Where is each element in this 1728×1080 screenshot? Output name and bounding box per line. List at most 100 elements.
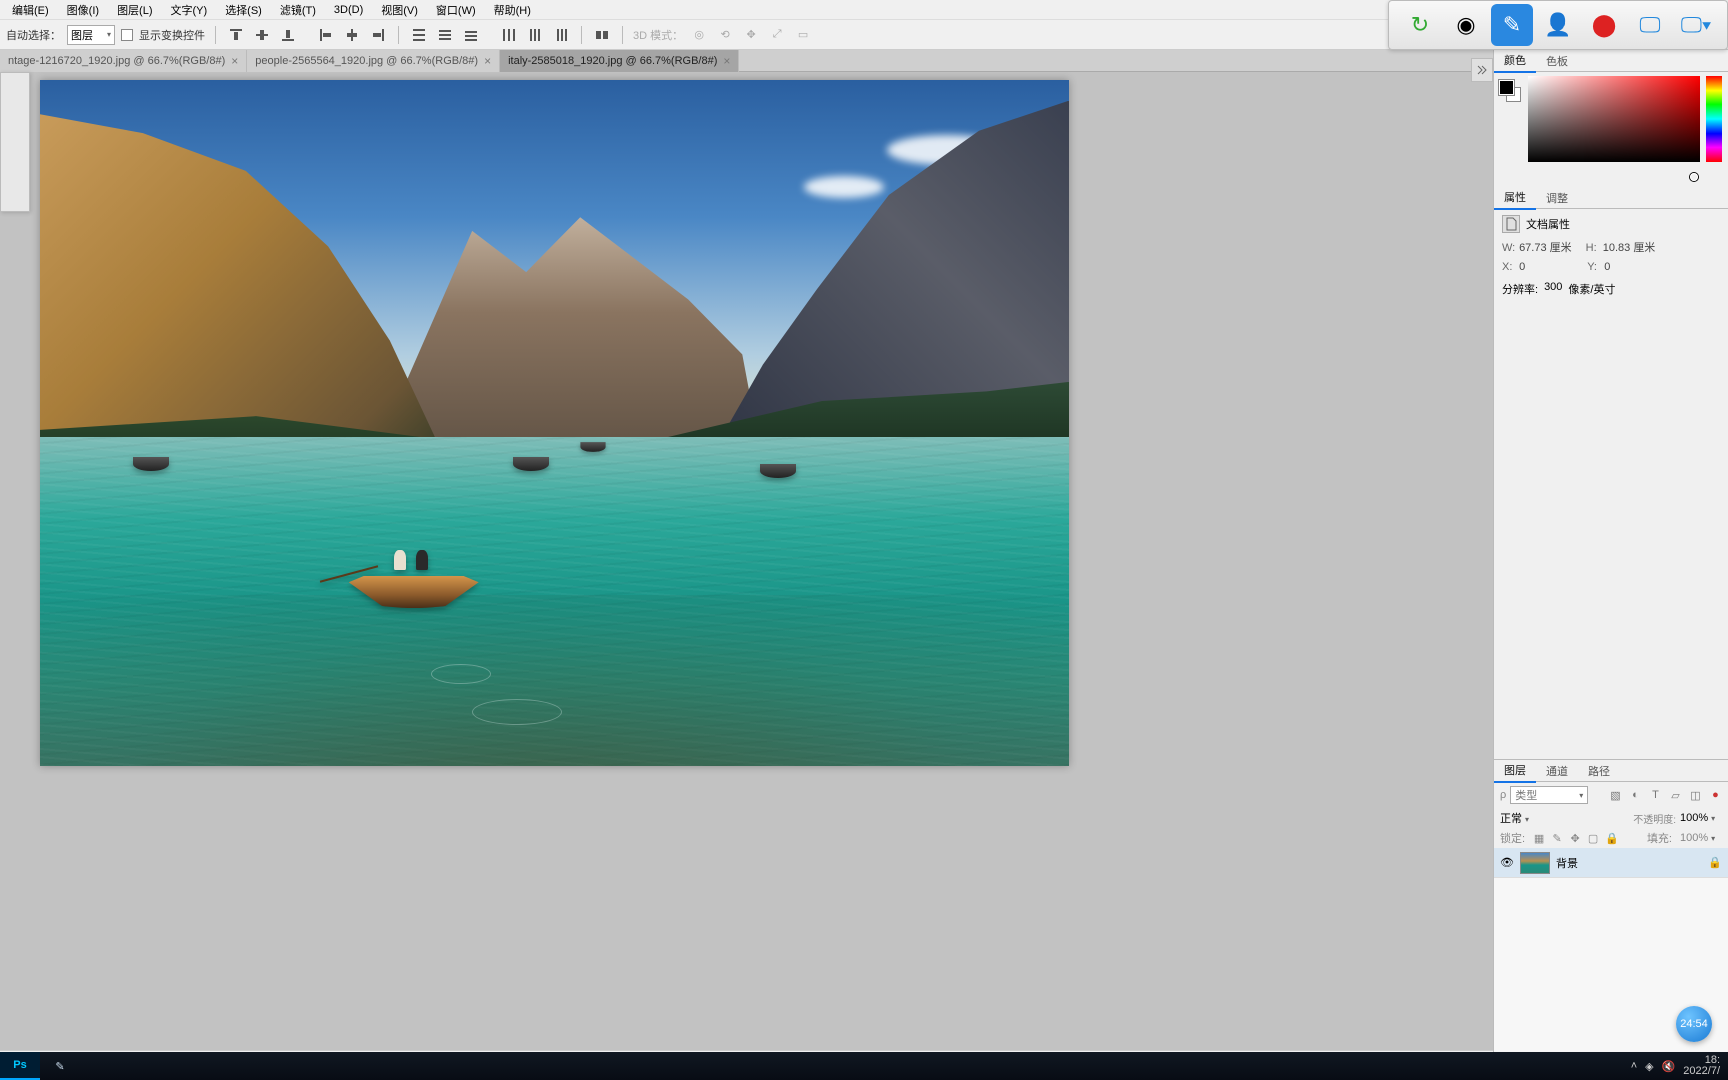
filter-adjust-icon[interactable]: ◐	[1629, 789, 1642, 802]
tab-properties[interactable]: 属性	[1494, 186, 1536, 210]
align-vcenter-icon[interactable]	[252, 25, 272, 45]
monitor-icon[interactable]: 🖵	[1629, 4, 1671, 46]
tray-chevron-icon[interactable]: ˄	[1631, 1060, 1637, 1072]
monitor-dropdown-icon[interactable]: 🖵▾	[1675, 4, 1717, 46]
align-bottom-icon[interactable]	[278, 25, 298, 45]
height-unit: 厘米	[1633, 242, 1655, 254]
tab-label: italy-2585018_1920.jpg @ 66.7%(RGB/8#)	[508, 55, 717, 67]
menu-filter[interactable]: 滤镜(T)	[272, 0, 324, 20]
record-icon[interactable]: ⬤	[1583, 4, 1625, 46]
timer-badge[interactable]: 24:54	[1676, 1006, 1712, 1042]
distribute-bottom-icon[interactable]	[461, 25, 481, 45]
opacity-value[interactable]: 100%	[1680, 812, 1722, 824]
taskbar-photoshop-icon[interactable]: Ps	[0, 1052, 40, 1080]
filter-pixel-icon[interactable]: ▧	[1609, 789, 1622, 802]
menu-3d[interactable]: 3D(D)	[326, 2, 371, 18]
layer-name[interactable]: 背景	[1556, 855, 1578, 871]
opacity-label: 不透明度:	[1633, 811, 1676, 826]
taskbar-clock[interactable]: 18: 2022/7/	[1683, 1055, 1720, 1077]
color-panel	[1494, 72, 1728, 187]
filter-toggle-icon[interactable]: ●	[1709, 789, 1722, 802]
hue-slider[interactable]	[1706, 76, 1722, 162]
distribute-vcenter-icon[interactable]	[435, 25, 455, 45]
color-field[interactable]	[1528, 76, 1700, 162]
filter-smart-icon[interactable]: ◫	[1689, 789, 1702, 802]
distribute-left-icon[interactable]	[499, 25, 519, 45]
floating-tool-strip[interactable]	[0, 72, 30, 212]
show-transform-checkbox[interactable]	[121, 29, 133, 41]
width-value[interactable]: 67.73	[1519, 242, 1547, 254]
blend-mode-combo[interactable]: 正常	[1500, 810, 1588, 826]
height-value[interactable]: 10.83	[1603, 242, 1631, 254]
document-canvas[interactable]	[40, 80, 1069, 766]
edit-pen-icon[interactable]: ✎	[1491, 4, 1533, 46]
refresh-icon[interactable]: ↻	[1399, 4, 1441, 46]
distribute-right-icon[interactable]	[551, 25, 571, 45]
3d-roll-icon[interactable]: ⟲	[715, 25, 735, 45]
filter-type-icon[interactable]: T	[1649, 789, 1662, 802]
tab-label: people-2565564_1920.jpg @ 66.7%(RGB/8#)	[255, 55, 478, 67]
taskbar-app-icon[interactable]: ✎	[40, 1052, 80, 1080]
menu-select[interactable]: 选择(S)	[217, 0, 270, 20]
camera-icon[interactable]: ◉	[1445, 4, 1487, 46]
photo-content	[40, 80, 1069, 766]
lock-pixels-icon[interactable]: ▦	[1533, 832, 1545, 845]
close-icon[interactable]: ×	[231, 54, 238, 68]
resolution-unit: 像素/英寸	[1568, 281, 1615, 297]
menu-help[interactable]: 帮助(H)	[486, 0, 539, 20]
tab-adjustments[interactable]: 调整	[1536, 187, 1578, 209]
visibility-icon[interactable]: 👁	[1500, 856, 1514, 869]
close-icon[interactable]: ×	[484, 54, 491, 68]
lock-icon[interactable]: 🔒	[1708, 856, 1722, 869]
lock-position-icon[interactable]: ✥	[1569, 832, 1581, 845]
canvas-viewport[interactable]	[0, 72, 1493, 1050]
y-value[interactable]: 0	[1604, 261, 1610, 273]
menu-edit[interactable]: 编辑(E)	[4, 0, 57, 20]
layer-item[interactable]: 👁 背景 🔒	[1494, 848, 1728, 878]
align-right-icon[interactable]	[368, 25, 388, 45]
fill-value[interactable]: 100%	[1680, 832, 1722, 844]
x-value[interactable]: 0	[1519, 261, 1525, 273]
align-hcenter-icon[interactable]	[342, 25, 362, 45]
width-label: W:	[1502, 242, 1516, 254]
tray-volume-icon[interactable]: 🔇	[1662, 1060, 1676, 1073]
menu-type[interactable]: 文字(Y)	[163, 0, 216, 20]
tab-layers[interactable]: 图层	[1494, 759, 1536, 783]
double-arrow-icon	[1476, 64, 1488, 76]
layer-filter-type-combo[interactable]: 类型	[1510, 786, 1588, 804]
tab-swatches[interactable]: 色板	[1536, 50, 1578, 72]
lock-all-icon[interactable]: 🔒	[1605, 832, 1617, 845]
resolution-value[interactable]: 300	[1544, 281, 1562, 297]
3d-slide-icon[interactable]: ⤢	[767, 25, 787, 45]
filter-shape-icon[interactable]: ▱	[1669, 789, 1682, 802]
tray-network-icon[interactable]: ◈	[1645, 1060, 1653, 1073]
3d-zoom-icon[interactable]: ▭	[793, 25, 813, 45]
menu-window[interactable]: 窗口(W)	[428, 0, 484, 20]
3d-orbit-icon[interactable]: ◎	[689, 25, 709, 45]
user-icon[interactable]: 👤	[1537, 4, 1579, 46]
screen-recorder-toolbar[interactable]: ↻ ◉ ✎ 👤 ⬤ 🖵 🖵▾	[1388, 0, 1728, 50]
document-tab[interactable]: people-2565564_1920.jpg @ 66.7%(RGB/8#) …	[247, 50, 500, 72]
menu-view[interactable]: 视图(V)	[373, 0, 426, 20]
distribute-hcenter-icon[interactable]	[525, 25, 545, 45]
tab-paths[interactable]: 路径	[1578, 760, 1620, 782]
tab-color[interactable]: 颜色	[1494, 49, 1536, 73]
3d-pan-icon[interactable]: ✥	[741, 25, 761, 45]
panel-collapse-handle[interactable]	[1471, 58, 1493, 82]
lock-artboard-icon[interactable]: ▢	[1587, 832, 1599, 845]
document-tab[interactable]: ntage-1216720_1920.jpg @ 66.7%(RGB/8#) ×	[0, 50, 247, 72]
menu-image[interactable]: 图像(I)	[59, 0, 107, 20]
menu-layer[interactable]: 图层(L)	[109, 0, 160, 20]
layer-thumbnail[interactable]	[1520, 852, 1550, 874]
tab-channels[interactable]: 通道	[1536, 760, 1578, 782]
auto-select-target-combo[interactable]: 图层	[67, 25, 115, 45]
align-top-icon[interactable]	[226, 25, 246, 45]
foreground-background-swatch[interactable]	[1499, 80, 1521, 102]
lock-brush-icon[interactable]: ✎	[1551, 832, 1563, 845]
distribute-top-icon[interactable]	[409, 25, 429, 45]
align-left-icon[interactable]	[316, 25, 336, 45]
document-tab[interactable]: italy-2585018_1920.jpg @ 66.7%(RGB/8#) ×	[500, 50, 739, 72]
foreground-color-swatch[interactable]	[1499, 80, 1514, 95]
close-icon[interactable]: ×	[723, 54, 730, 68]
auto-align-icon[interactable]	[592, 25, 612, 45]
